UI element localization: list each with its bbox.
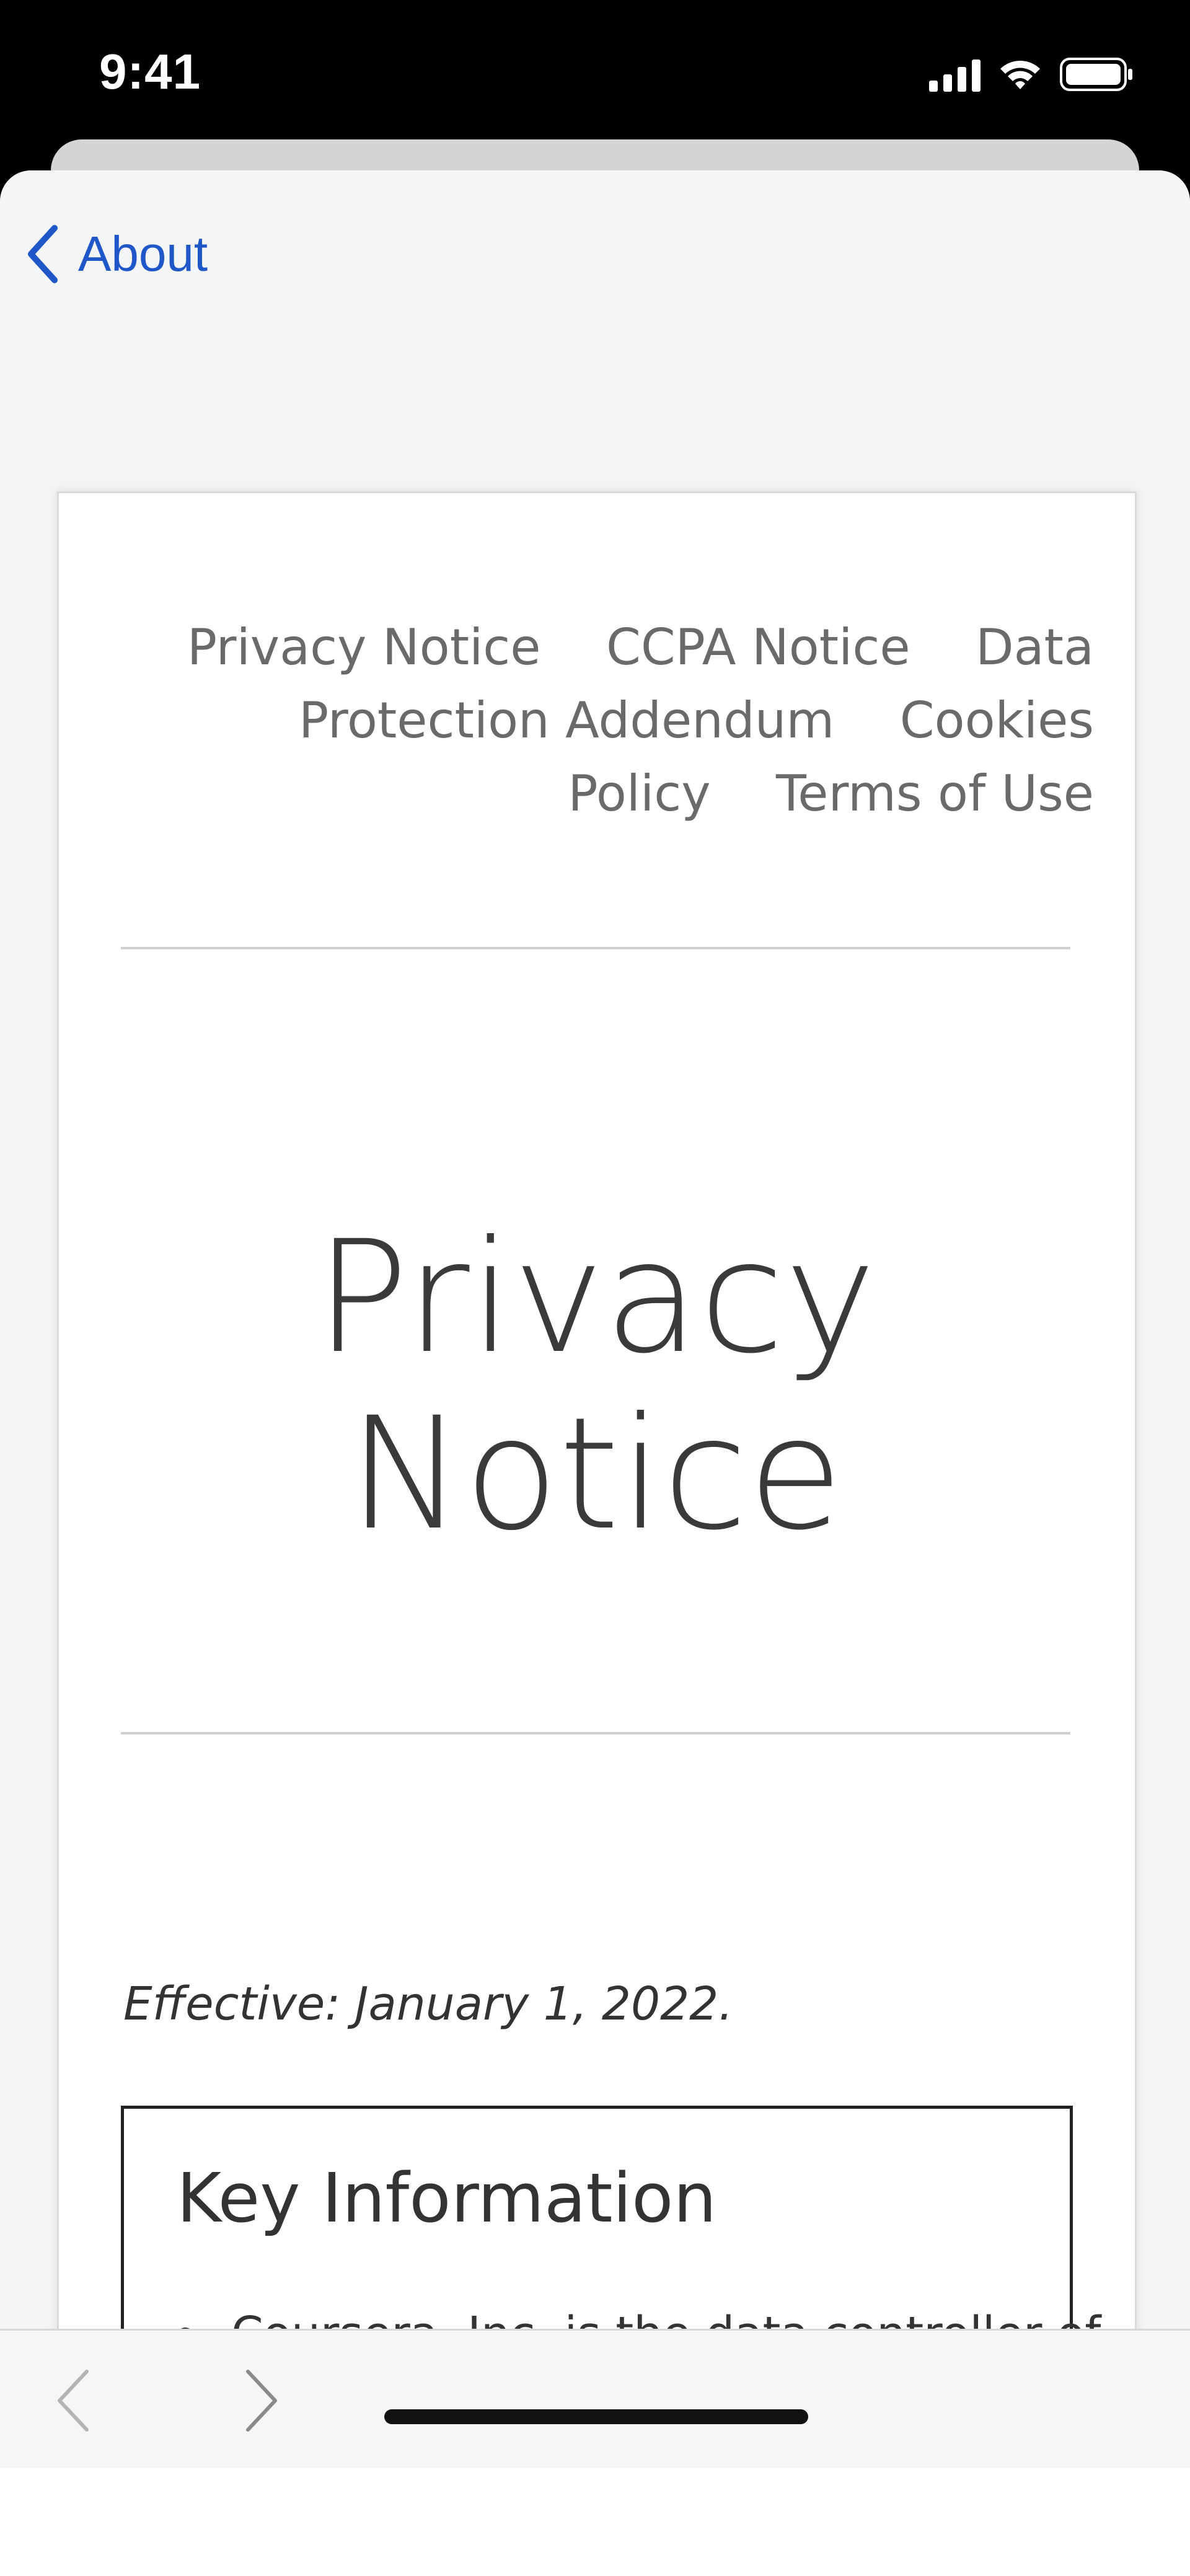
divider: [121, 1732, 1070, 1734]
chevron-right-icon: [246, 2369, 277, 2432]
key-information-heading: Key Information: [177, 2158, 717, 2238]
back-button[interactable]: About: [25, 220, 208, 288]
chevron-left-icon: [28, 225, 58, 283]
effective-date: Effective: January 1, 2022.: [123, 1977, 733, 2031]
link-ccpa-notice[interactable]: CCPA Notice: [606, 618, 910, 676]
navigation-bar: About: [0, 170, 1190, 356]
status-icons: [929, 53, 1134, 96]
policy-links: Privacy Notice CCPA Notice Data Protecti…: [170, 611, 1094, 830]
webview-content[interactable]: Privacy Notice CCPA Notice Data Protecti…: [57, 491, 1137, 2546]
link-privacy-notice[interactable]: Privacy Notice: [187, 618, 541, 676]
link-terms-of-use[interactable]: Terms of Use: [776, 765, 1094, 822]
divider: [121, 947, 1070, 949]
page-title: Privacy Notice: [315, 1207, 876, 1564]
home-indicator-area: [0, 2468, 1190, 2576]
toolbar-forward-button[interactable]: [212, 2331, 311, 2470]
wifi-icon: [1000, 61, 1040, 89]
battery-icon: [1060, 58, 1132, 91]
status-bar: 9:41: [0, 0, 1190, 161]
modal-sheet: About Privacy Notice CCPA Notice Data Pr…: [0, 170, 1190, 2576]
toolbar-back-button[interactable]: [24, 2331, 123, 2470]
home-indicator[interactable]: [384, 2409, 808, 2424]
cellular-signal-icon: [929, 57, 981, 92]
status-time: 9:41: [99, 44, 201, 99]
bottom-toolbar: [0, 2329, 1190, 2470]
back-button-label: About: [78, 226, 208, 281]
chevron-left-icon: [58, 2369, 89, 2432]
